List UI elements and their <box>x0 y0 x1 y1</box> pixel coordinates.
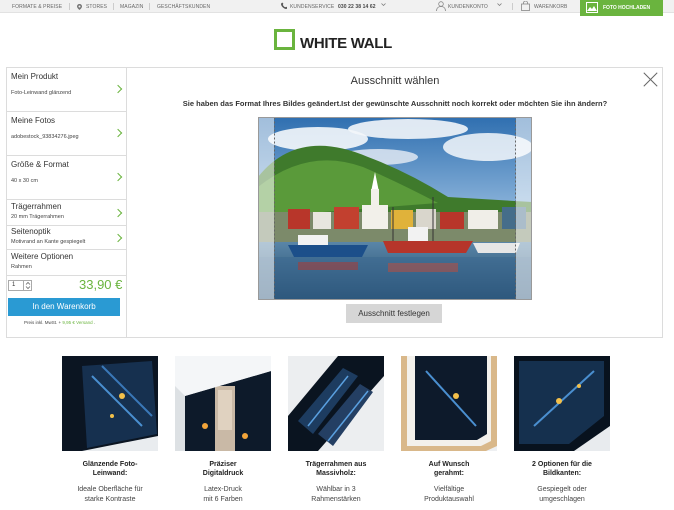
sidebar-item-more-options[interactable]: Weitere Optionen Rahmen <box>7 250 126 276</box>
divider <box>149 3 150 10</box>
sidebar-item-title: Weitere Optionen <box>11 252 74 261</box>
chevron-right-icon <box>113 208 123 218</box>
feature-title: Trägerrahmen aus Massivholz: <box>288 460 384 478</box>
phone-number[interactable]: 030 22 38 14 62 <box>338 4 376 10</box>
sidebar-item-value: adobestock_93834276.jpeg <box>11 134 79 140</box>
divider <box>512 3 513 10</box>
sidebar-item-value: Motivrand an Kante gespiegelt <box>11 239 86 245</box>
divider <box>113 3 114 10</box>
sidebar-item-frame[interactable]: Trägerrahmen 20 mm Trägerrahmen <box>7 200 126 226</box>
upload-photo-label: FOTO HOCHLADEN <box>603 5 651 11</box>
quantity-value: 1 <box>12 282 16 288</box>
logo-text: WHITE WALL <box>300 35 392 52</box>
feature-image <box>514 356 610 451</box>
quantity-stepper[interactable]: 1 <box>8 280 32 291</box>
feature-title-text: 2 Optionen für die Bildkanten: <box>532 461 592 477</box>
feature-desc-text: Wählbar in 3 Rahmenstärken <box>311 486 361 503</box>
feature-title-text: Präziser Digitaldruck <box>202 461 244 477</box>
chevron-down-icon[interactable] <box>497 2 502 9</box>
feature-desc: Wählbar in 3 Rahmenstärken <box>288 485 384 505</box>
chevron-down-icon[interactable] <box>381 2 386 9</box>
crop-area[interactable] <box>258 117 532 300</box>
cart-link[interactable]: WARENKORB <box>534 4 568 10</box>
nav-business-link[interactable]: GESCHÄFTSKUNDEN <box>157 4 210 10</box>
sidebar-item-value: 40 x 30 cm <box>11 178 38 184</box>
feature-title: 2 Optionen für die Bildkanten: <box>514 460 610 478</box>
feature-title: Auf Wunsch gerahmt: <box>401 460 497 478</box>
upload-photo-button[interactable]: FOTO HOCHLADEN <box>580 0 663 16</box>
feature-image <box>62 356 158 451</box>
vat-suffix: . <box>92 320 96 325</box>
chevron-right-icon <box>113 84 123 94</box>
sidebar-item-value: Rahmen <box>11 264 32 270</box>
location-pin-icon <box>77 4 82 12</box>
logo-square-icon <box>274 29 295 50</box>
divider <box>23 281 24 290</box>
chevron-right-icon <box>113 172 123 182</box>
feature-desc-text: Gespiegelt oder umgeschlagen <box>537 486 587 503</box>
sidebar-item-product[interactable]: Mein Produkt Foto-Leinwand glänzend <box>7 68 126 112</box>
feature-desc: Gespiegelt oder umgeschlagen <box>514 485 610 505</box>
sidebar-item-value: 20 mm Trägerrahmen <box>11 214 64 220</box>
nav-stores-link[interactable]: STORES <box>86 4 107 10</box>
account-link[interactable]: KUNDENKONTO <box>448 4 488 10</box>
feature-image <box>401 356 497 451</box>
feature-desc: Ideale Oberfläche für starke Kontraste <box>62 485 158 505</box>
sidebar-item-value: Foto-Leinwand glänzend <box>11 90 72 96</box>
price: 33,90 € <box>79 277 123 292</box>
shopping-bag-icon[interactable] <box>521 0 530 13</box>
nav-formats-link[interactable]: FORMATE & PREISE <box>12 4 62 10</box>
top-bar: FORMATE & PREISE STORES MAGAZIN GESCHÄFT… <box>0 0 674 13</box>
dialog-question: Sie haben das Format Ihres Bildes geände… <box>182 99 608 108</box>
divider <box>69 3 70 10</box>
feature-title-text: Trägerrahmen aus Massivholz: <box>305 461 367 477</box>
vat-prefix: Preis inkl. MwSt. + <box>24 320 63 325</box>
user-icon[interactable] <box>436 1 446 13</box>
stepper-arrows-icon[interactable] <box>25 281 31 292</box>
shipping-link[interactable]: 9,95 € Versand <box>62 320 92 325</box>
vat-note: Preis inkl. MwSt. + 9,95 € Versand . <box>24 320 95 325</box>
dialog-title: Ausschnitt wählen <box>350 75 440 87</box>
feature-desc: Vielfältige Produktauswahl <box>401 485 497 505</box>
feature-title: Glänzende Foto- Leinwand: <box>62 460 158 478</box>
customer-service-link[interactable]: KUNDENSERVICE <box>290 4 334 10</box>
sidebar-item-title: Meine Fotos <box>11 116 56 125</box>
feature-title-text: Glänzende Foto- Leinwand: <box>82 461 138 477</box>
chevron-right-icon <box>113 128 123 138</box>
sidebar-item-title: Trägerrahmen <box>11 202 62 211</box>
feature-image <box>175 356 271 451</box>
sidebar-item-photos[interactable]: Meine Fotos adobestock_93834276.jpeg <box>7 112 126 156</box>
sidebar-item-title: Seitenoptik <box>11 227 51 236</box>
feature-desc-text: Vielfältige Produktauswahl <box>424 486 474 503</box>
nav-magazine-link[interactable]: MAGAZIN <box>120 4 143 10</box>
set-crop-button[interactable]: Ausschnitt festlegen <box>346 304 442 323</box>
sidebar-item-title: Größe & Format <box>11 160 69 169</box>
feature-image <box>288 356 384 451</box>
feature-title-text: Auf Wunsch gerahmt: <box>428 461 470 477</box>
close-icon[interactable] <box>644 72 658 86</box>
feature-title: Präziser Digitaldruck <box>175 460 271 478</box>
sidebar-item-title: Mein Produkt <box>11 72 59 81</box>
divider <box>7 275 126 276</box>
photo-upload-icon <box>586 2 598 15</box>
photo-preview <box>258 117 532 300</box>
feature-desc-text: Ideale Oberfläche für starke Kontraste <box>77 486 143 503</box>
feature-desc: Latex-Druck mit 6 Farben <box>175 485 271 505</box>
sidebar-item-side-optics[interactable]: Seitenoptik Motivrand an Kante gespiegel… <box>7 226 126 250</box>
crop-dialog: Ausschnitt wählen Sie haben das Format I… <box>127 67 663 338</box>
add-to-cart-button[interactable]: In den Warenkorb <box>8 298 120 316</box>
feature-desc-text: Latex-Druck mit 6 Farben <box>203 486 243 503</box>
phone-icon <box>281 2 288 11</box>
sidebar-item-size-format[interactable]: Größe & Format 40 x 30 cm <box>7 156 126 200</box>
chevron-right-icon <box>113 233 123 243</box>
